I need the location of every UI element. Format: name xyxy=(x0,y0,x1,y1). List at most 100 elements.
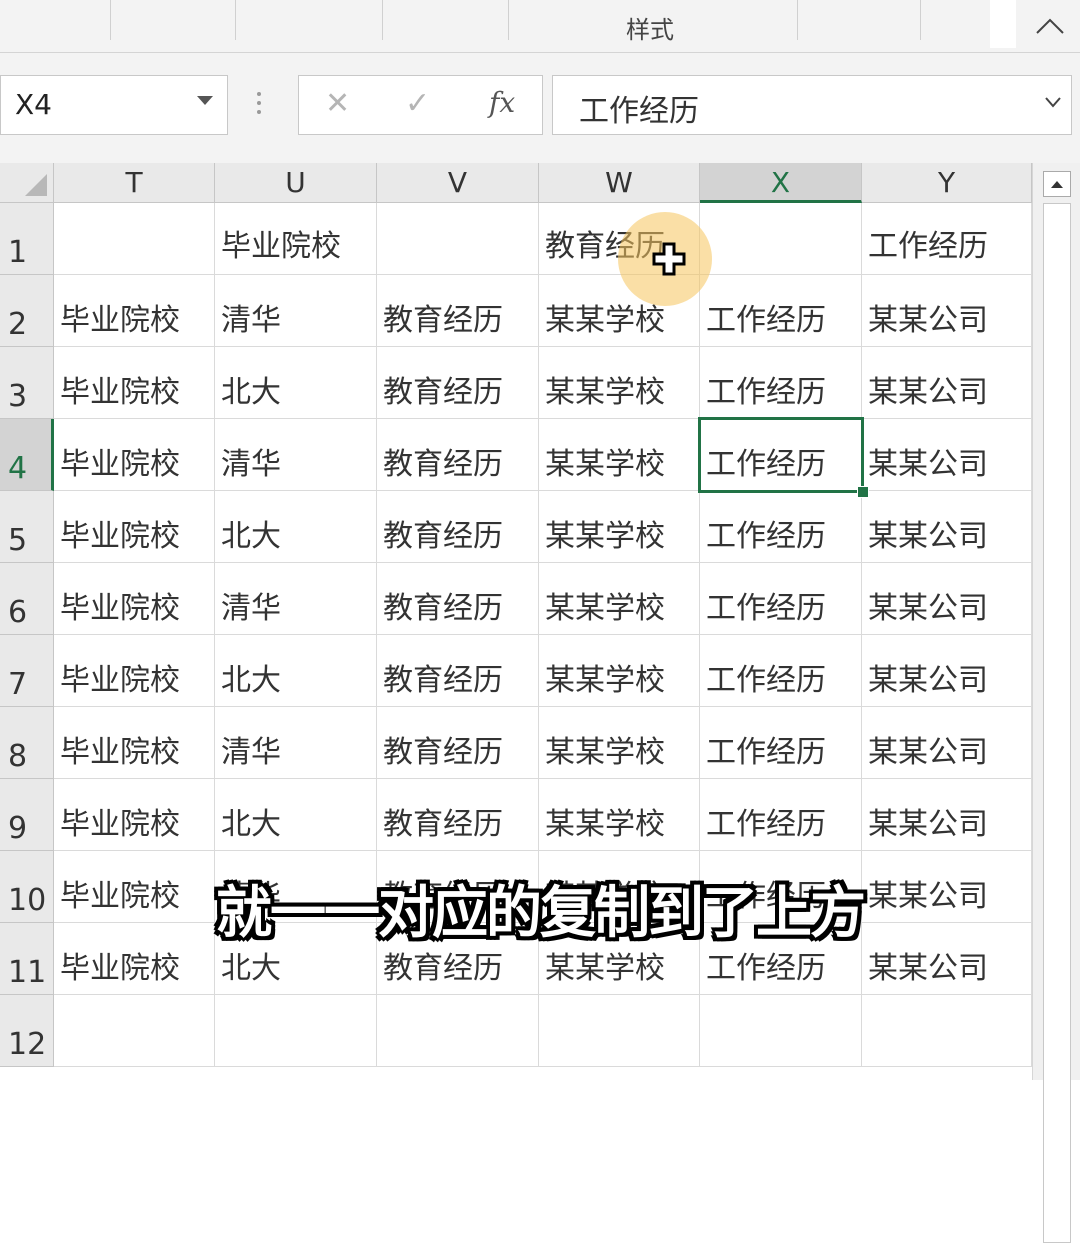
collapse-ribbon-button[interactable] xyxy=(1020,0,1080,52)
cell-v9[interactable]: 教育经历 xyxy=(377,779,539,851)
cell-v1[interactable] xyxy=(377,203,539,275)
cancel-button[interactable]: ✕ xyxy=(325,86,350,121)
row-header-7[interactable]: 7 xyxy=(0,635,54,707)
chevron-down-icon[interactable] xyxy=(197,96,213,106)
scroll-up-button[interactable] xyxy=(1043,171,1071,197)
column-header-y[interactable]: Y xyxy=(862,163,1032,203)
cell-y9[interactable]: 某某公司 xyxy=(862,779,1032,851)
row-number: 7 xyxy=(8,667,28,702)
cell-u4[interactable]: 清华 xyxy=(215,419,377,491)
column-header-v[interactable]: V xyxy=(377,163,539,203)
row-number: 3 xyxy=(8,379,28,414)
row-header-5[interactable]: 5 xyxy=(0,491,54,563)
cell-u12[interactable] xyxy=(215,995,377,1067)
cell-x12[interactable] xyxy=(700,995,862,1067)
cell-v12[interactable] xyxy=(377,995,539,1067)
cell-w4[interactable]: 某某学校 xyxy=(539,419,700,491)
ribbon-separator xyxy=(508,0,509,40)
row-header-4[interactable]: 4 xyxy=(0,419,54,491)
row-header-12[interactable]: 12 xyxy=(0,995,54,1067)
cell-value: 工作经历 xyxy=(706,447,826,482)
cell-x6[interactable]: 工作经历 xyxy=(700,563,862,635)
cell-y3[interactable]: 某某公司 xyxy=(862,347,1032,419)
cell-w6[interactable]: 某某学校 xyxy=(539,563,700,635)
column-header-u[interactable]: U xyxy=(215,163,377,203)
cell-value: 某某公司 xyxy=(868,303,988,338)
cell-w12[interactable] xyxy=(539,995,700,1067)
cell-value: 教育经历 xyxy=(383,447,503,482)
cell-t6[interactable]: 毕业院校 xyxy=(54,563,215,635)
name-box[interactable]: X4 xyxy=(0,75,228,135)
cell-u2[interactable]: 清华 xyxy=(215,275,377,347)
cell-v4[interactable]: 教育经历 xyxy=(377,419,539,491)
cell-t9[interactable]: 毕业院校 xyxy=(54,779,215,851)
formula-input-value: 工作经历 xyxy=(579,94,699,129)
cell-t2[interactable]: 毕业院校 xyxy=(54,275,215,347)
cell-x1[interactable] xyxy=(700,203,862,275)
cell-v7[interactable]: 教育经历 xyxy=(377,635,539,707)
cell-y2[interactable]: 某某公司 xyxy=(862,275,1032,347)
column-header-w[interactable]: W xyxy=(539,163,700,203)
cell-x3[interactable]: 工作经历 xyxy=(700,347,862,419)
cell-u6[interactable]: 清华 xyxy=(215,563,377,635)
cell-x2[interactable]: 工作经历 xyxy=(700,275,862,347)
cell-u7[interactable]: 北大 xyxy=(215,635,377,707)
row-header-2[interactable]: 2 xyxy=(0,275,54,347)
cell-t1[interactable] xyxy=(54,203,215,275)
cell-w8[interactable]: 某某学校 xyxy=(539,707,700,779)
cell-y7[interactable]: 某某公司 xyxy=(862,635,1032,707)
scroll-thumb[interactable] xyxy=(1043,203,1071,1243)
cell-w3[interactable]: 某某学校 xyxy=(539,347,700,419)
formula-input[interactable]: 工作经历 xyxy=(552,75,1072,135)
row-header-1[interactable]: 1 xyxy=(0,203,54,275)
row-header-9[interactable]: 9 xyxy=(0,779,54,851)
cell-u5[interactable]: 北大 xyxy=(215,491,377,563)
select-all-button[interactable] xyxy=(0,163,54,203)
cell-w5[interactable]: 某某学校 xyxy=(539,491,700,563)
name-box-value: X4 xyxy=(15,88,52,121)
cell-value: 清华 xyxy=(221,303,281,338)
expand-formula-bar-icon[interactable] xyxy=(1045,96,1061,108)
cell-t5[interactable]: 毕业院校 xyxy=(54,491,215,563)
cell-y12[interactable] xyxy=(862,995,1032,1067)
cell-x8[interactable]: 工作经历 xyxy=(700,707,862,779)
cell-v8[interactable]: 教育经历 xyxy=(377,707,539,779)
column-header-x[interactable]: X xyxy=(700,163,862,203)
cell-x9[interactable]: 工作经历 xyxy=(700,779,862,851)
cell-value: 清华 xyxy=(221,735,281,770)
enter-button[interactable]: ✓ xyxy=(405,86,430,121)
cell-x4[interactable]: 工作经历 xyxy=(700,419,862,491)
cell-t7[interactable]: 毕业院校 xyxy=(54,635,215,707)
cell-u1[interactable]: 毕业院校 xyxy=(215,203,377,275)
cell-v3[interactable]: 教育经历 xyxy=(377,347,539,419)
fill-handle[interactable] xyxy=(857,486,869,498)
column-header-t[interactable]: T xyxy=(54,163,215,203)
cell-y4[interactable]: 某某公司 xyxy=(862,419,1032,491)
insert-function-button[interactable]: fx xyxy=(489,86,515,119)
cell-x7[interactable]: 工作经历 xyxy=(700,635,862,707)
cell-t4[interactable]: 毕业院校 xyxy=(54,419,215,491)
cell-y5[interactable]: 某某公司 xyxy=(862,491,1032,563)
cell-t8[interactable]: 毕业院校 xyxy=(54,707,215,779)
cell-u8[interactable]: 清华 xyxy=(215,707,377,779)
cell-w7[interactable]: 某某学校 xyxy=(539,635,700,707)
cell-value: 教育经历 xyxy=(383,735,503,770)
drag-handle-icon[interactable] xyxy=(256,91,262,115)
cell-v2[interactable]: 教育经历 xyxy=(377,275,539,347)
cell-t3[interactable]: 毕业院校 xyxy=(54,347,215,419)
row-header-8[interactable]: 8 xyxy=(0,707,54,779)
row-header-3[interactable]: 3 xyxy=(0,347,54,419)
cell-t12[interactable] xyxy=(54,995,215,1067)
cell-value: 毕业院校 xyxy=(60,951,180,986)
cell-v5[interactable]: 教育经历 xyxy=(377,491,539,563)
cell-u3[interactable]: 北大 xyxy=(215,347,377,419)
row-header-6[interactable]: 6 xyxy=(0,563,54,635)
cell-y6[interactable]: 某某公司 xyxy=(862,563,1032,635)
cell-u9[interactable]: 北大 xyxy=(215,779,377,851)
cell-w9[interactable]: 某某学校 xyxy=(539,779,700,851)
cell-value: 教育经历 xyxy=(383,663,503,698)
cell-y8[interactable]: 某某公司 xyxy=(862,707,1032,779)
cell-x5[interactable]: 工作经历 xyxy=(700,491,862,563)
cell-y1[interactable]: 工作经历 xyxy=(862,203,1032,275)
cell-v6[interactable]: 教育经历 xyxy=(377,563,539,635)
